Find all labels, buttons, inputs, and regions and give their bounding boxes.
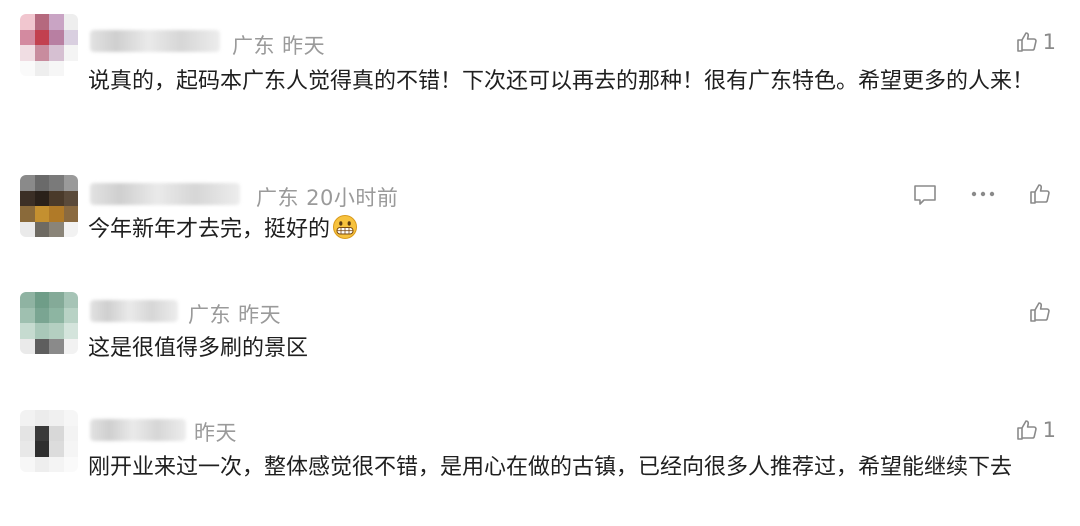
comment-meta: 广东 昨天 <box>188 303 282 327</box>
reply-button[interactable] <box>912 183 938 207</box>
comment-meta: 广东 20小时前 <box>256 186 399 210</box>
username[interactable] <box>90 419 186 441</box>
username[interactable] <box>90 183 240 205</box>
comment-meta: 广东 昨天 <box>232 34 326 58</box>
username[interactable] <box>90 30 220 52</box>
comment-icon <box>914 185 936 205</box>
thumbs-up-icon <box>1030 302 1050 322</box>
like-button[interactable] <box>1028 182 1056 206</box>
comment-text: 这是很值得多刷的景区 <box>88 336 309 361</box>
thumbs-up-icon <box>1030 184 1050 204</box>
comment-text: 说真的，起码本广东人觉得真的不错！下次还可以再去的那种！很有广东特色。希望更多的… <box>88 69 1035 94</box>
avatar[interactable] <box>20 14 78 76</box>
like-button[interactable] <box>1028 300 1056 324</box>
comment-meta: 昨天 <box>194 421 237 445</box>
like-button[interactable]: 1 <box>1015 30 1056 54</box>
comment-text: 今年新年才去完，挺好的 <box>88 214 1063 246</box>
comment-text-content: 今年新年才去完，挺好的 <box>88 217 331 242</box>
like-count: 1 <box>1042 418 1056 442</box>
more-button[interactable] <box>970 190 996 198</box>
thumbs-up-icon <box>1016 32 1037 52</box>
comment-item: 广东 20小时前 今年新年才去完，挺好的 <box>0 150 1080 270</box>
comment-item: 昨天 1 刚开业来过一次，整体感觉很不错，是用心在做的古镇，已经向很多人推荐过，… <box>0 390 1080 526</box>
grinning-emoji-icon <box>332 214 358 240</box>
avatar[interactable] <box>20 410 78 472</box>
avatar[interactable] <box>20 292 78 354</box>
comment-text: 刚开业来过一次，整体感觉很不错，是用心在做的古镇，已经向很多人推荐过，希望能继续… <box>88 455 1013 480</box>
comment-item: 广东 昨天 这是很值得多刷的景区 <box>0 270 1080 390</box>
more-icon <box>971 191 995 197</box>
avatar[interactable] <box>20 175 78 237</box>
like-button[interactable]: 1 <box>1015 418 1056 442</box>
thumbs-up-icon <box>1016 420 1037 440</box>
like-count: 1 <box>1042 30 1056 54</box>
username[interactable] <box>90 300 178 322</box>
comment-item: 广东 昨天 1 说真的，起码本广东人觉得真的不错！下次还可以再去的那种！很有广东… <box>0 0 1080 150</box>
